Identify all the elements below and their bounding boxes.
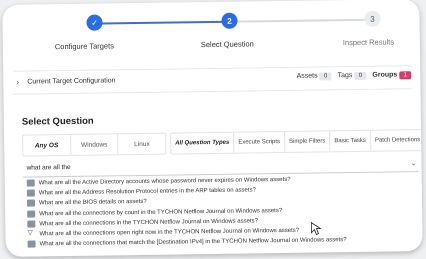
table-icon — [26, 179, 35, 187]
step-connector-done — [94, 20, 230, 25]
assets-count: Assets 0 — [296, 72, 332, 81]
tags-count: Tags 0 — [337, 71, 367, 81]
chevron-down-icon[interactable]: ⌄ — [411, 159, 417, 167]
table-icon — [27, 220, 36, 228]
target-counts: Assets 0 Tags 0 Groups 1 — [297, 71, 412, 81]
step-1-check-icon[interactable]: ✓ — [86, 14, 103, 31]
groups-badge: 1 — [399, 71, 412, 80]
tags-label: Tags — [337, 72, 353, 80]
groups-label: Groups — [372, 71, 398, 79]
tab-any-os[interactable]: Any OS — [23, 134, 72, 156]
assets-badge: 0 — [319, 72, 332, 81]
tab-linux[interactable]: Linux — [118, 134, 165, 155]
suggestion-text[interactable]: What are all the BIOS details on assets? — [39, 199, 147, 207]
table-icon — [26, 189, 35, 197]
tab-simple-filters[interactable]: Simple Filters — [284, 131, 331, 152]
select-question-title: Select Question — [21, 115, 94, 128]
step-connector-pending — [234, 18, 373, 23]
step-2-circle[interactable]: 2 — [221, 12, 238, 29]
os-filter-tabs: Any OS Windows Linux — [22, 132, 167, 157]
tags-badge: 0 — [354, 71, 367, 81]
question-type-tabs: All Question Types Execute Scripts Simpl… — [170, 129, 423, 155]
step-2-label[interactable]: Select Question — [201, 39, 254, 49]
suggestion-text[interactable]: What are all the connections that match … — [40, 237, 347, 247]
tab-execute-scripts[interactable]: Execute Scripts — [234, 131, 286, 153]
target-config-label[interactable]: Current Target Configuration — [27, 77, 115, 85]
tab-patch-detections[interactable]: Patch Detections — [371, 130, 423, 151]
table-icon — [27, 210, 36, 218]
chevron-right-icon[interactable]: › — [16, 78, 19, 87]
step-3-circle[interactable]: 3 — [364, 10, 381, 27]
step-1-label[interactable]: Configure Targets — [55, 41, 114, 51]
wizard-card: ✓ 2 3 Configure Targets Select Question … — [2, 0, 423, 257]
step-3-label[interactable]: Inspect Results — [343, 37, 394, 47]
question-suggestions-list: What are all the Active Directory accoun… — [23, 173, 416, 250]
wizard-stepper: ✓ 2 3 Configure Targets Select Question … — [2, 0, 420, 60]
tab-windows[interactable]: Windows — [70, 134, 119, 155]
tab-basic-tasks[interactable]: Basic Tasks — [330, 130, 372, 152]
mouse-cursor-icon — [310, 221, 322, 236]
table-icon — [26, 199, 36, 207]
current-target-configuration-bar[interactable]: › Current Target Configuration Assets 0 T… — [13, 65, 412, 95]
table-icon — [27, 240, 36, 248]
tab-all-question-types[interactable]: All Question Types — [171, 132, 235, 154]
question-search-input[interactable] — [22, 157, 391, 174]
groups-count: Groups 1 — [372, 71, 412, 80]
assets-label: Assets — [296, 72, 318, 80]
filter-icon: ▽ — [27, 229, 33, 237]
